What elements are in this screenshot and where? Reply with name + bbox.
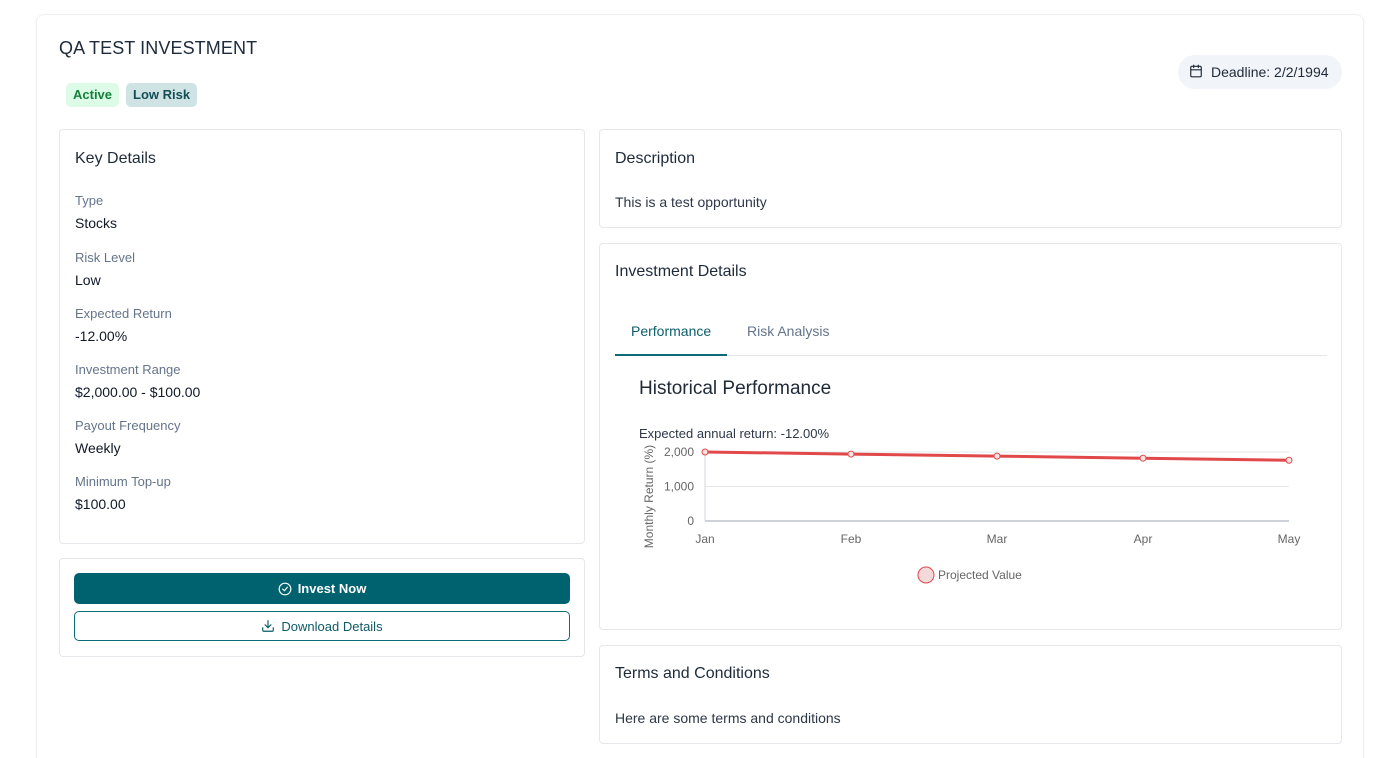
x-tick-label: May [1278, 532, 1301, 546]
tab-risk-analysis[interactable]: Risk Analysis [731, 311, 845, 356]
legend-marker [917, 566, 935, 584]
detail-value: Stocks [75, 215, 118, 231]
invest-now-button[interactable]: Invest Now [74, 573, 570, 604]
y-tick-label: 0 [687, 514, 694, 528]
description-panel: Description This is a test opportunity [599, 129, 1342, 228]
calendar-icon [1189, 64, 1203, 81]
detail-label: Expected Return [75, 306, 172, 321]
chart-title: Historical Performance [639, 378, 832, 399]
tab-bar: Performance Risk Analysis [615, 311, 1327, 356]
actions-panel: Invest Now Download Details [59, 558, 585, 657]
detail-value: -12.00% [75, 328, 128, 344]
detail-label: Minimum Top-up [75, 474, 171, 489]
description-text: This is a test opportunity [615, 194, 767, 210]
key-details-title: Key Details [75, 150, 156, 167]
terms-title: Terms and Conditions [615, 665, 770, 682]
detail-value: $100.00 [75, 496, 126, 512]
x-tick-label: Jan [695, 532, 714, 546]
terms-panel: Terms and Conditions Here are some terms… [599, 645, 1342, 744]
data-point [1285, 456, 1293, 464]
detail-label: Investment Range [75, 362, 181, 377]
tab-performance[interactable]: Performance [615, 311, 728, 356]
y-tick-label: 2,000 [664, 445, 694, 459]
key-details-panel: Key Details Type Stocks Risk Level Low E… [59, 129, 585, 544]
detail-label: Risk Level [75, 250, 135, 265]
terms-text: Here are some terms and conditions [615, 710, 841, 726]
performance-chart: 0 1,000 2,000 Monthly Return (%) Jan Feb Mar Ap… [642, 445, 1301, 584]
detail-investment-range: Investment Range $2,000.00 - $100.00 [75, 362, 200, 400]
badge-group: Active Low Risk [66, 83, 198, 107]
detail-risk-level: Risk Level Low [75, 250, 135, 288]
detail-type: Type Stocks [75, 193, 117, 231]
x-tick-label: Apr [1134, 532, 1153, 546]
download-icon [261, 619, 275, 633]
page-title: QA TEST INVESTMENT [59, 38, 258, 58]
y-axis-label: Monthly Return (%) [642, 445, 656, 548]
data-point [1139, 454, 1147, 462]
detail-expected-return: Expected Return -12.00% [75, 306, 172, 344]
detail-label: Payout Frequency [75, 418, 181, 433]
detail-label: Type [75, 193, 104, 208]
description-title: Description [615, 150, 696, 167]
y-tick-label: 1,000 [664, 480, 694, 494]
invest-now-label: Invest Now [297, 581, 367, 596]
download-details-button[interactable]: Download Details [74, 611, 570, 641]
data-point [701, 448, 709, 456]
deadline-text: Deadline: 2/2/1994 [1211, 64, 1329, 80]
detail-value: $2,000.00 - $100.00 [75, 384, 201, 400]
detail-payout-frequency: Payout Frequency Weekly [75, 418, 181, 456]
legend-label: Projected Value [938, 568, 1022, 582]
check-circle-icon [278, 582, 292, 596]
detail-minimum-topup: Minimum Top-up $100.00 [75, 474, 171, 512]
status-badge: Active [66, 83, 120, 107]
risk-badge: Low Risk [126, 83, 198, 107]
investment-details-panel: Investment Details Performance Risk Anal… [599, 243, 1342, 630]
x-tick-label: Feb [841, 532, 862, 546]
investment-details-title: Investment Details [615, 263, 747, 280]
download-details-label: Download Details [281, 618, 383, 634]
deadline-pill: Deadline: 2/2/1994 [1178, 55, 1342, 89]
detail-value: Weekly [75, 440, 121, 456]
data-point [847, 450, 855, 458]
x-tick-label: Mar [987, 532, 1008, 546]
detail-value: Low [75, 272, 101, 288]
data-point [993, 452, 1001, 460]
